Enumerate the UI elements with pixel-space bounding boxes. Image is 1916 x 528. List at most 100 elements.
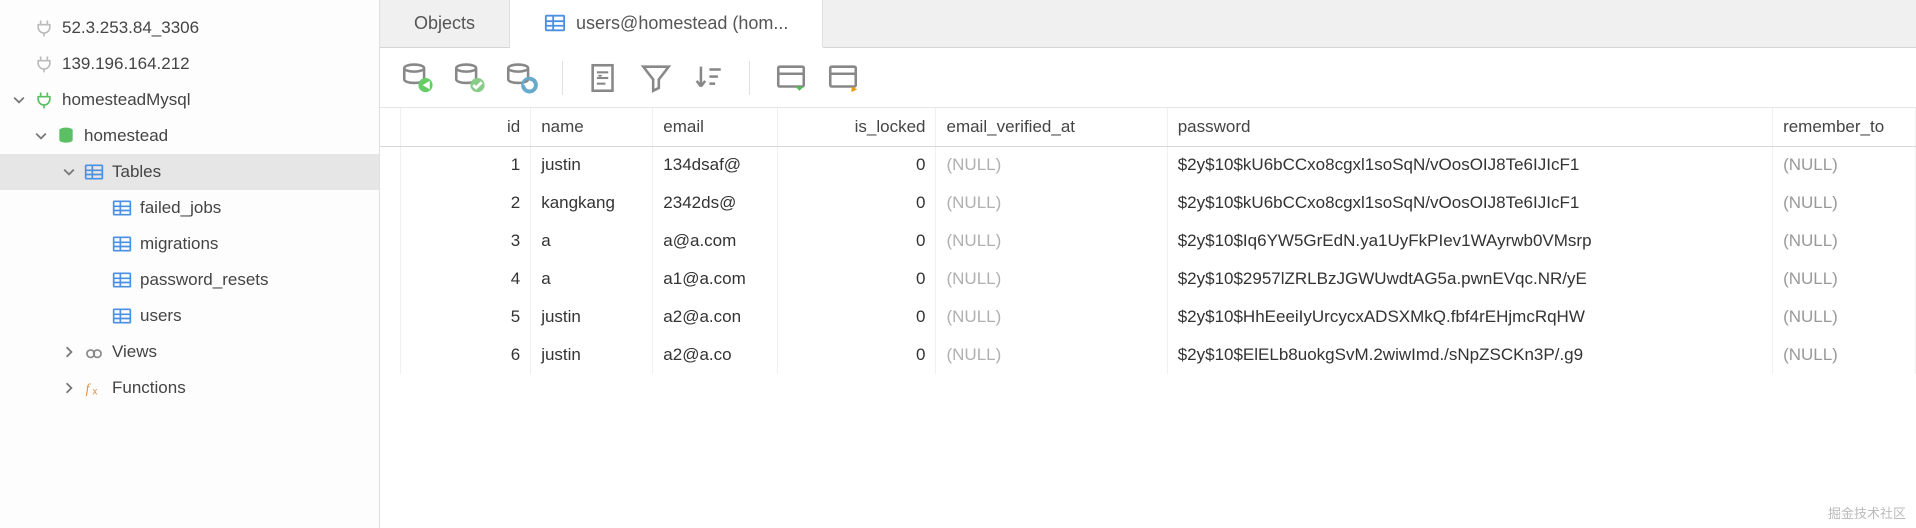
cell[interactable]: 0 — [778, 184, 936, 222]
tree-group-views[interactable]: Views — [0, 334, 379, 370]
chevron-down-icon[interactable] — [34, 129, 48, 143]
cell[interactable]: (NULL) — [1773, 298, 1916, 336]
table-row[interactable]: 6justina2@a.co0(NULL)$2y$10$ElELb8uokgSv… — [380, 336, 1916, 374]
group-views-label: Views — [112, 342, 157, 362]
cell[interactable]: (NULL) — [936, 260, 1167, 298]
svg-text:f: f — [86, 381, 92, 396]
cell[interactable]: 0 — [778, 298, 936, 336]
cell[interactable]: justin — [531, 298, 653, 336]
cell[interactable]: a2@a.co — [653, 336, 778, 374]
cell[interactable]: (NULL) — [1773, 184, 1916, 222]
column-resize-handle[interactable] — [1768, 108, 1772, 146]
chevron-right-icon[interactable] — [62, 381, 76, 395]
cell[interactable]: 3 — [401, 222, 531, 260]
column-header[interactable]: id — [401, 108, 531, 146]
tree-table[interactable]: users — [0, 298, 379, 334]
cell[interactable]: a@a.com — [653, 222, 778, 260]
table-icon — [112, 198, 132, 218]
cell[interactable]: (NULL) — [1773, 336, 1916, 374]
tab-objects[interactable]: Objects — [380, 0, 510, 47]
tab-current-table[interactable]: users@homestead (hom... — [510, 0, 823, 48]
cell[interactable]: a1@a.com — [653, 260, 778, 298]
column-header[interactable]: password — [1167, 108, 1772, 146]
column-header[interactable]: email_verified_at — [936, 108, 1167, 146]
spacer — [12, 21, 26, 35]
cell[interactable]: 5 — [401, 298, 531, 336]
cell[interactable]: justin — [531, 146, 653, 184]
table-icon — [112, 270, 132, 290]
table-header: idnameemailis_lockedemail_verified_atpas… — [380, 108, 1916, 146]
cell[interactable]: (NULL) — [1773, 260, 1916, 298]
column-resize-handle[interactable] — [648, 108, 652, 146]
begin-transaction-icon[interactable] — [400, 61, 434, 95]
table-row[interactable]: 1justin134dsaf@0(NULL)$2y$10$kU6bCCxo8cg… — [380, 146, 1916, 184]
cell[interactable]: $2y$10$2957lZRLBzJGWUwdtAG5a.pwnEVqc.NR/… — [1167, 260, 1772, 298]
tree-database[interactable]: homestead — [0, 118, 379, 154]
table-label: failed_jobs — [140, 198, 221, 218]
tab-objects-label: Objects — [414, 13, 475, 34]
cell[interactable]: $2y$10$kU6bCCxo8cgxl1soSqN/vOosOIJ8Te6IJ… — [1167, 184, 1772, 222]
cell[interactable]: $2y$10$ElELb8uokgSvM.2wiwImd./sNpZSCKn3P… — [1167, 336, 1772, 374]
table-row[interactable]: 5justina2@a.con0(NULL)$2y$10$HhEeeiIyUrc… — [380, 298, 1916, 336]
rollback-icon[interactable] — [504, 61, 538, 95]
cell[interactable]: a2@a.con — [653, 298, 778, 336]
tree-connection[interactable]: 52.3.253.84_3306 — [0, 10, 379, 46]
cell[interactable]: (NULL) — [936, 298, 1167, 336]
cell[interactable]: $2y$10$kU6bCCxo8cgxl1soSqN/vOosOIJ8Te6IJ… — [1167, 146, 1772, 184]
table-row[interactable]: 2kangkang2342ds@0(NULL)$2y$10$kU6bCCxo8c… — [380, 184, 1916, 222]
gutter-cell — [380, 222, 401, 260]
column-resize-handle[interactable] — [1163, 108, 1167, 146]
table-icon — [544, 12, 566, 34]
cell[interactable]: (NULL) — [936, 184, 1167, 222]
cell[interactable]: (NULL) — [1773, 146, 1916, 184]
chevron-right-icon[interactable] — [62, 345, 76, 359]
tree-table[interactable]: failed_jobs — [0, 190, 379, 226]
cell[interactable]: 0 — [778, 222, 936, 260]
cell[interactable]: kangkang — [531, 184, 653, 222]
tree-connection[interactable]: homesteadMysql — [0, 82, 379, 118]
column-header[interactable]: remember_to — [1773, 108, 1916, 146]
cell[interactable]: a — [531, 222, 653, 260]
data-grid[interactable]: idnameemailis_lockedemail_verified_atpas… — [380, 108, 1916, 528]
tree-table[interactable]: password_resets — [0, 262, 379, 298]
cell[interactable]: 2342ds@ — [653, 184, 778, 222]
cell[interactable]: (NULL) — [1773, 222, 1916, 260]
cell[interactable]: 134dsaf@ — [653, 146, 778, 184]
sort-icon[interactable] — [691, 61, 725, 95]
cell[interactable]: $2y$10$HhEeeiIyUrcycxADSXMkQ.fbf4rEHjmcR… — [1167, 298, 1772, 336]
column-resize-handle[interactable] — [526, 108, 530, 146]
table-row[interactable]: 4aa1@a.com0(NULL)$2y$10$2957lZRLBzJGWUwd… — [380, 260, 1916, 298]
cell[interactable]: $2y$10$Iq6YW5GrEdN.ya1UyFkPIev1WAyrwb0VM… — [1167, 222, 1772, 260]
column-header[interactable]: email — [653, 108, 778, 146]
column-header[interactable]: is_locked — [778, 108, 936, 146]
import-icon[interactable] — [774, 61, 808, 95]
table-label: password_resets — [140, 270, 269, 290]
export-icon[interactable] — [826, 61, 860, 95]
tree-table[interactable]: migrations — [0, 226, 379, 262]
cell[interactable]: (NULL) — [936, 336, 1167, 374]
cell[interactable]: justin — [531, 336, 653, 374]
commit-icon[interactable] — [452, 61, 486, 95]
column-header[interactable]: name — [531, 108, 653, 146]
cell[interactable]: 0 — [778, 146, 936, 184]
cell[interactable]: a — [531, 260, 653, 298]
cell[interactable]: 0 — [778, 336, 936, 374]
cell[interactable]: 6 — [401, 336, 531, 374]
column-resize-handle[interactable] — [931, 108, 935, 146]
chevron-down-icon[interactable] — [62, 165, 76, 179]
tree-group-functions[interactable]: fx Functions — [0, 370, 379, 406]
cell[interactable]: 4 — [401, 260, 531, 298]
cell[interactable]: 1 — [401, 146, 531, 184]
text-mode-icon[interactable] — [587, 61, 621, 95]
column-resize-handle[interactable] — [773, 108, 777, 146]
filter-icon[interactable] — [639, 61, 673, 95]
column-resize-handle[interactable] — [1911, 108, 1915, 146]
tree-connection[interactable]: 139.196.164.212 — [0, 46, 379, 82]
cell[interactable]: (NULL) — [936, 146, 1167, 184]
cell[interactable]: (NULL) — [936, 222, 1167, 260]
cell[interactable]: 2 — [401, 184, 531, 222]
cell[interactable]: 0 — [778, 260, 936, 298]
table-row[interactable]: 3aa@a.com0(NULL)$2y$10$Iq6YW5GrEdN.ya1Uy… — [380, 222, 1916, 260]
tree-group-tables[interactable]: Tables — [0, 154, 379, 190]
chevron-down-icon[interactable] — [12, 93, 26, 107]
